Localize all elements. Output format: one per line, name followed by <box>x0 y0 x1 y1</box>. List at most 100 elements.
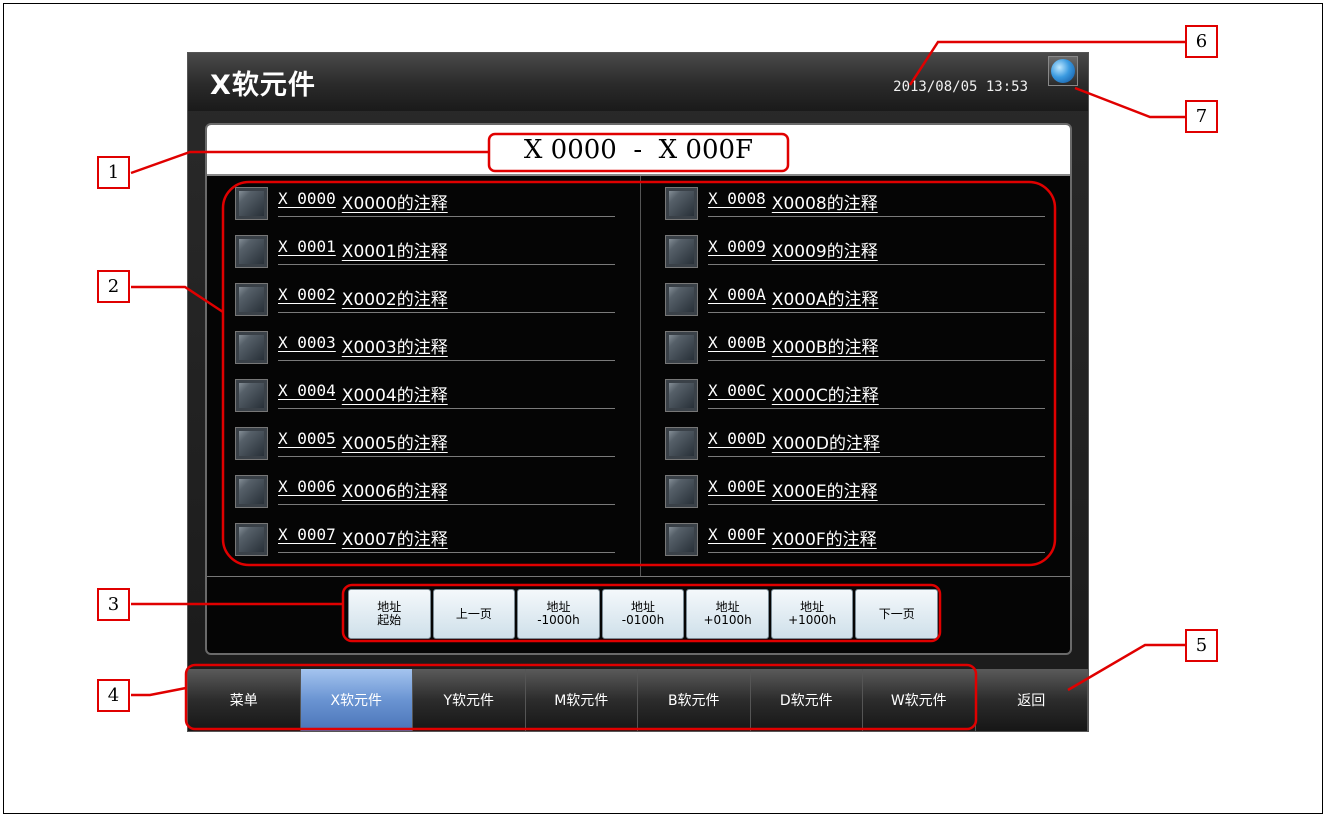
device-row: X 0009 X0009的注释 <box>665 231 1055 271</box>
device-address: X 0006 <box>278 477 336 496</box>
device-comment: X0002的注释 <box>341 290 448 310</box>
device-address: X 0004 <box>278 381 336 400</box>
device-row: X 000E X000E的注释 <box>665 471 1055 511</box>
nav-button-6[interactable]: 下一页 <box>855 589 939 639</box>
device-address: X 0008 <box>708 189 766 208</box>
datetime-display: 2013/08/05 13:53 <box>893 79 1028 95</box>
device-row: X 000A X000A的注释 <box>665 279 1055 319</box>
footer-tab-1[interactable]: X软元件 <box>300 669 413 731</box>
device-label: X 0002 X0002的注释 <box>278 285 615 313</box>
footer-tab-5[interactable]: D软元件 <box>750 669 863 731</box>
column-divider <box>640 176 641 576</box>
status-lamp[interactable] <box>665 474 698 508</box>
device-comment: X0009的注释 <box>771 242 878 262</box>
status-lamp[interactable] <box>665 282 698 316</box>
device-row: X 0007 X0007的注释 <box>235 519 625 559</box>
nav-button-3[interactable]: 地址 -0100h <box>601 589 685 639</box>
device-comment: X0003的注释 <box>341 338 448 358</box>
device-comment: X0008的注释 <box>771 194 878 214</box>
callout-label-3: 3 <box>97 588 130 621</box>
device-label: X 0000 X0000的注释 <box>278 189 615 217</box>
footer-tab-bar: 菜单 X软元件 Y软元件 M软元件 B软元件 D软元件 W软元件 返回 <box>188 669 1088 731</box>
status-lamp[interactable] <box>235 234 268 268</box>
status-lamp[interactable] <box>235 378 268 412</box>
device-address: X 000D <box>708 429 766 448</box>
device-comment: X0000的注释 <box>341 194 448 214</box>
device-address: X 000B <box>708 333 766 352</box>
callout-label-4: 4 <box>97 679 130 712</box>
status-lamp[interactable] <box>235 282 268 316</box>
footer-tab-2[interactable]: Y软元件 <box>413 669 526 731</box>
status-lamp[interactable] <box>665 426 698 460</box>
device-row: X 000B X000B的注释 <box>665 327 1055 367</box>
device-row: X 0002 X0002的注释 <box>235 279 625 319</box>
device-address: X 0009 <box>708 237 766 256</box>
device-comment: X0004的注释 <box>341 386 448 406</box>
device-label: X 000B X000B的注释 <box>708 333 1045 361</box>
device-comment: X000E的注释 <box>771 482 878 502</box>
device-row: X 0001 X0001的注释 <box>235 231 625 271</box>
status-lamp[interactable] <box>665 186 698 220</box>
device-address: X 0000 <box>278 189 336 208</box>
language-button[interactable] <box>1048 56 1078 86</box>
device-row: X 0003 X0003的注释 <box>235 327 625 367</box>
callout-label-6: 6 <box>1185 25 1218 58</box>
device-label: X 0007 X0007的注释 <box>278 525 615 553</box>
globe-icon <box>1051 59 1075 83</box>
device-address: X 000A <box>708 285 766 304</box>
device-row: X 000D X000D的注释 <box>665 423 1055 463</box>
device-comment: X000C的注释 <box>771 386 879 406</box>
device-label: X 000F X000F的注释 <box>708 525 1045 553</box>
status-lamp[interactable] <box>665 522 698 556</box>
callout-label-5: 5 <box>1185 629 1218 662</box>
status-lamp[interactable] <box>665 234 698 268</box>
device-row: X 0000 X0000的注释 <box>235 183 625 223</box>
device-row: X 000C X000C的注释 <box>665 375 1055 415</box>
page-nav-buttons: 地址 起始 上一页 地址 -1000h 地址 -0100h 地址 +0100h 地址 +1… <box>347 589 939 639</box>
status-lamp[interactable] <box>235 186 268 220</box>
footer-tab-0[interactable]: 菜单 <box>188 669 301 731</box>
device-address: X 0003 <box>278 333 336 352</box>
device-comment: X0001的注释 <box>341 242 448 262</box>
device-label: X 0004 X0004的注释 <box>278 381 615 409</box>
status-lamp[interactable] <box>235 426 268 460</box>
nav-button-4[interactable]: 地址 +0100h <box>686 589 769 639</box>
device-panel: X 0000 - X 000F X 0000 X0000的注释 X 0001 X000… <box>205 123 1072 655</box>
device-row: X 0005 X0005的注释 <box>235 423 625 463</box>
callout-label-2: 2 <box>97 270 130 303</box>
status-lamp[interactable] <box>665 330 698 364</box>
device-comment: X0006的注释 <box>341 482 448 502</box>
status-lamp[interactable] <box>235 474 268 508</box>
device-row: X 0006 X0006的注释 <box>235 471 625 511</box>
address-range-header: X 0000 - X 000F <box>207 125 1070 176</box>
device-address: X 000E <box>708 477 766 496</box>
footer-tab-7[interactable]: 返回 <box>975 669 1088 731</box>
footer-tab-4[interactable]: B软元件 <box>638 669 751 731</box>
device-label: X 0008 X0008的注释 <box>708 189 1045 217</box>
status-lamp[interactable] <box>235 330 268 364</box>
device-label: X 0005 X0005的注释 <box>278 429 615 457</box>
footer-tab-3[interactable]: M软元件 <box>525 669 638 731</box>
device-address: X 000F <box>708 525 766 544</box>
device-address: X 0007 <box>278 525 336 544</box>
device-row: X 0004 X0004的注释 <box>235 375 625 415</box>
device-address: X 0002 <box>278 285 336 304</box>
device-label: X 000D X000D的注释 <box>708 429 1045 457</box>
device-label: X 0009 X0009的注释 <box>708 237 1045 265</box>
nav-button-0[interactable]: 地址 起始 <box>348 589 431 639</box>
nav-button-2[interactable]: 地址 -1000h <box>517 589 600 639</box>
device-label: X 000E X000E的注释 <box>708 477 1045 505</box>
status-lamp[interactable] <box>665 378 698 412</box>
status-lamp[interactable] <box>235 522 268 556</box>
nav-button-1[interactable]: 上一页 <box>432 589 516 639</box>
footer-tab-6[interactable]: W软元件 <box>863 669 976 731</box>
device-comment: X000F的注释 <box>771 530 877 550</box>
device-label: X 0001 X0001的注释 <box>278 237 615 265</box>
device-comment: X0005的注释 <box>341 434 448 454</box>
nav-button-5[interactable]: 地址 +1000h <box>770 589 854 639</box>
callout-label-7: 7 <box>1185 100 1218 133</box>
device-comment: X0007的注释 <box>341 530 448 550</box>
device-comment: X000A的注释 <box>771 290 879 310</box>
callout-label-1: 1 <box>97 156 130 189</box>
hmi-screen: X软元件 2013/08/05 13:53 X 0000 - X 000F X … <box>187 52 1089 732</box>
